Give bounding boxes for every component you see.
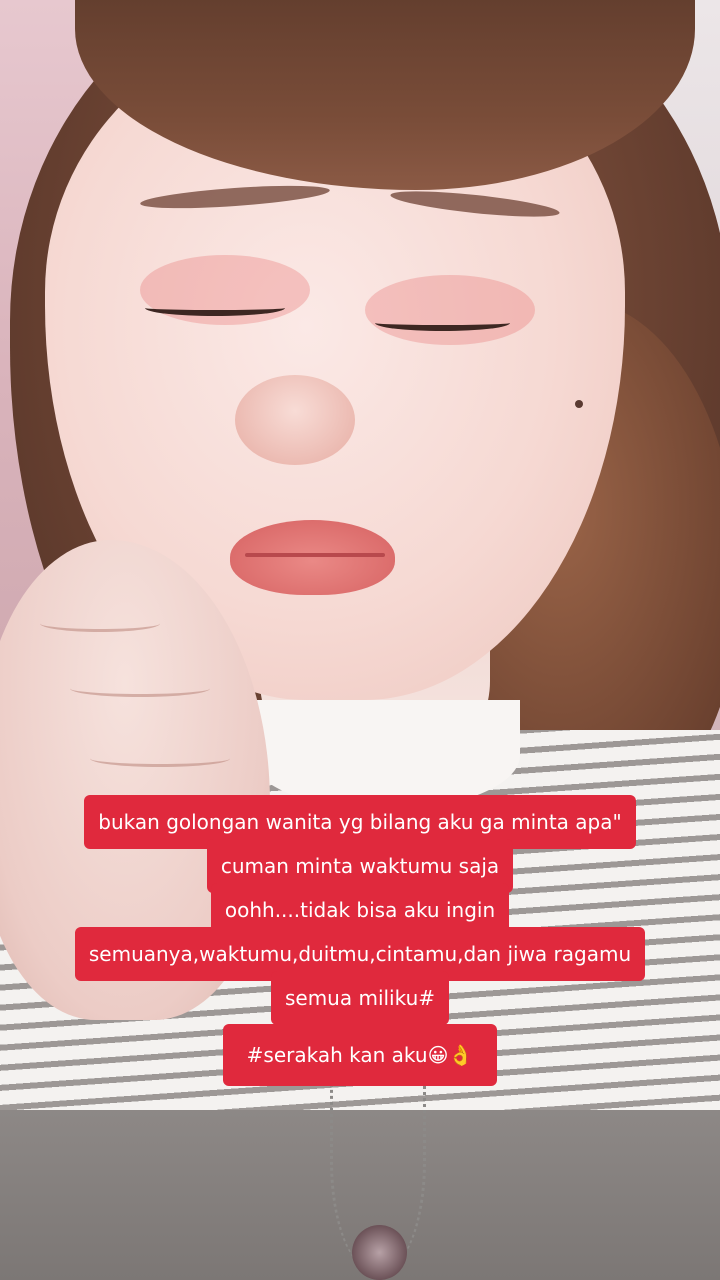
right-eyeshadow: [365, 275, 535, 345]
necklace-pendant: [352, 1225, 407, 1280]
finger-crease: [70, 680, 210, 697]
photo-background: [0, 0, 720, 1280]
hashtag-caption: #serakah kan aku😀👌: [222, 1024, 498, 1086]
finger-crease: [40, 615, 160, 632]
right-closed-eye: [375, 315, 510, 331]
finger-crease: [90, 750, 230, 767]
caption-line: semua miliku#: [270, 971, 450, 1025]
left-eyebrow: [139, 181, 331, 213]
mole: [575, 400, 583, 408]
nose: [235, 375, 355, 465]
lip-line: [245, 553, 385, 557]
caption-block: bukan golongan wanita yg bilang aku ga m…: [0, 795, 720, 1025]
left-closed-eye: [145, 300, 285, 316]
shirt-collar: [250, 700, 520, 810]
lips: [230, 520, 395, 595]
hashtag-block: #serakah kan aku😀👌: [0, 1024, 720, 1086]
right-eyebrow: [389, 186, 561, 222]
